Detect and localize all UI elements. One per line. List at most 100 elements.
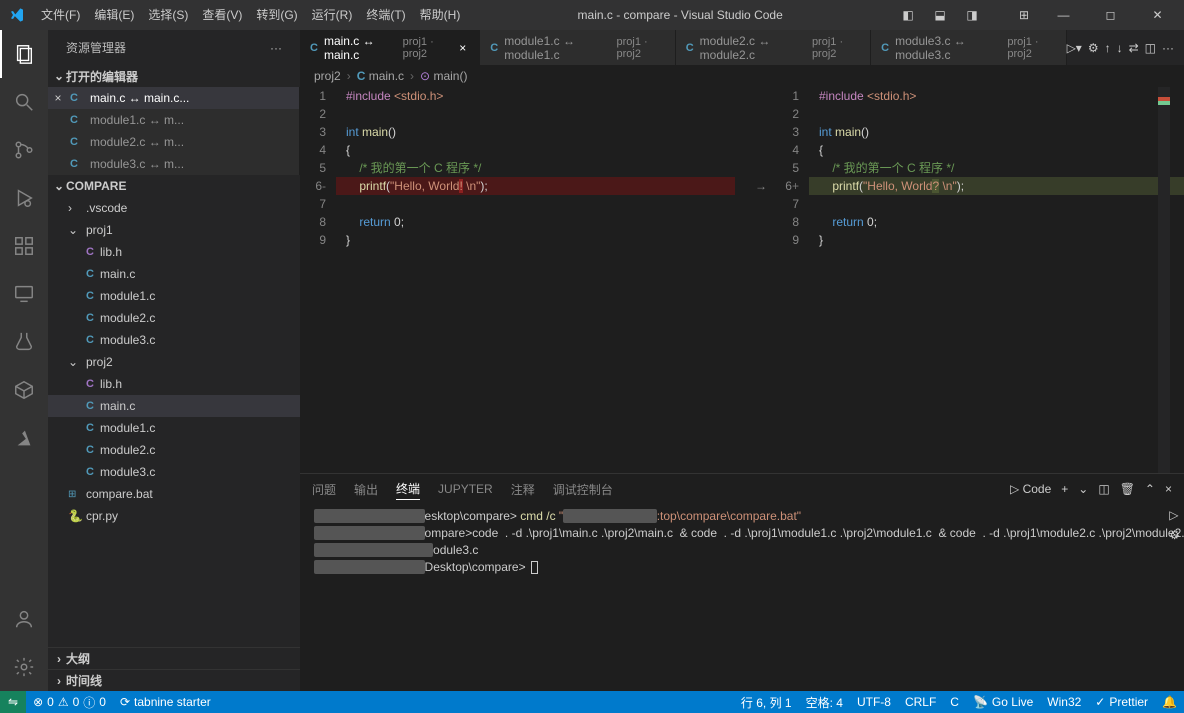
azure-icon[interactable] [0,414,48,462]
menu-item[interactable]: 帮助(H) [413,0,468,30]
menu-item[interactable]: 终端(T) [359,0,412,30]
window-maximize-icon[interactable]: ◻ [1088,0,1133,30]
folder-item[interactable]: ⌄proj2 [48,351,300,373]
file-item[interactable]: Cmodule2.c [48,439,300,461]
panel-tab[interactable]: 调试控制台 [553,479,613,500]
terminal-run-icon[interactable]: ▷ [1169,508,1180,522]
file-item[interactable]: Cmodule3.c [48,461,300,483]
terminal-profile[interactable]: ▷ Code [1010,482,1051,496]
status-language[interactable]: C [943,691,966,713]
compare-root[interactable]: ⌄COMPARE [48,175,300,197]
panel-maximize-icon[interactable]: ⌃ [1145,482,1155,496]
window-close-icon[interactable]: ✕ [1135,0,1180,30]
open-editor-item[interactable]: Cmodule1.c ↔ m... [48,109,300,131]
apply-change-icon[interactable]: → [749,177,773,195]
kill-terminal-icon[interactable]: 🗑 [1120,482,1135,496]
split-terminal-icon[interactable]: ◫ [1098,482,1109,496]
testing-icon[interactable] [0,318,48,366]
diff-sash[interactable] [735,87,749,473]
layout-bottom-icon[interactable]: ⬓ [925,0,955,30]
explorer-icon[interactable] [0,30,48,78]
split-icon[interactable]: ◫ [1145,41,1156,55]
settings-icon[interactable]: ⚙ [1088,41,1099,55]
customize-layout-icon[interactable]: ⊞ [1009,0,1039,30]
timeline-section[interactable]: ›时间线 [48,669,300,691]
terminal-settings-icon[interactable]: ⚙ [1169,528,1180,542]
run-debug-icon[interactable] [0,174,48,222]
editor-tab[interactable]: Cmodule1.c ↔ module1.c proj1 · proj2 [480,30,675,65]
file-item[interactable]: Cmodule2.c [48,307,300,329]
panel-tab[interactable]: 终端 [396,478,420,500]
layout-left-icon[interactable]: ◧ [893,0,923,30]
breadcrumb-item[interactable]: C main.c [357,69,404,83]
menu-item[interactable]: 查看(V) [195,0,249,30]
editor-tab[interactable]: Cmain.c ↔ main.c proj1 · proj2× [300,30,480,65]
outline-section[interactable]: ›大纲 [48,647,300,669]
run-icon[interactable]: ▷▾ [1067,41,1082,55]
package-icon[interactable] [0,366,48,414]
editor-tab[interactable]: Cmodule3.c ↔ module3.c proj1 · proj2 [871,30,1066,65]
folder-item[interactable]: ⌄proj1 [48,219,300,241]
next-diff-icon[interactable]: ↓ [1117,41,1123,55]
open-editor-item[interactable]: Cmodule2.c ↔ m... [48,131,300,153]
close-icon[interactable]: × [50,91,66,105]
menu-item[interactable]: 选择(S) [141,0,195,30]
layout-right-icon[interactable]: ◨ [957,0,987,30]
more-icon[interactable]: ··· [1162,41,1174,55]
open-editor-item[interactable]: Cmodule3.c ↔ m... [48,153,300,175]
status-encoding[interactable]: UTF-8 [850,691,898,713]
swap-icon[interactable]: ⇄ [1129,41,1139,55]
folder-item[interactable]: ›.vscode [48,197,300,219]
menu-item[interactable]: 文件(F) [34,0,87,30]
menu-item[interactable]: 转到(G) [249,0,304,30]
file-item[interactable]: Cmodule1.c [48,285,300,307]
file-item[interactable]: Cmain.c [48,395,300,417]
status-prettier[interactable]: ✓Prettier [1088,691,1155,713]
status-platform[interactable]: Win32 [1040,691,1088,713]
file-item[interactable]: Cmodule1.c [48,417,300,439]
prev-diff-icon[interactable]: ↑ [1105,41,1111,55]
panel-tab[interactable]: 注释 [511,479,535,500]
file-item[interactable]: Cmain.c [48,263,300,285]
menu-item[interactable]: 运行(R) [305,0,360,30]
file-item[interactable]: Cmodule3.c [48,329,300,351]
panel-tab[interactable]: 问题 [312,479,336,500]
editor-tab[interactable]: Cmodule2.c ↔ module2.c proj1 · proj2 [676,30,871,65]
status-golive[interactable]: 📡Go Live [966,691,1040,713]
remote-indicator[interactable]: ⇋ [0,691,26,713]
diff-left-pane[interactable]: 123456-789 #include <stdio.h>int main(){… [300,87,735,473]
menu-item[interactable]: 编辑(E) [87,0,141,30]
terminal[interactable]: ▷ ⚙ █████████████esktop\compare> cmd /c … [300,504,1184,691]
diff-right-pane[interactable]: → 123456+789 #include <stdio.h>int main(… [749,87,1184,473]
breadcrumb-item[interactable]: ⊙ main() [420,69,467,83]
terminal-dropdown-icon[interactable]: ⌄ [1078,482,1088,496]
more-actions-icon[interactable]: ··· [270,41,282,55]
file-item[interactable]: Clib.h [48,373,300,395]
remote-explorer-icon[interactable] [0,270,48,318]
source-control-icon[interactable] [0,126,48,174]
panel-close-icon[interactable]: × [1165,482,1172,496]
status-eol[interactable]: CRLF [898,691,943,713]
open-editor-item[interactable]: ×Cmain.c ↔ main.c... [48,87,300,109]
file-item[interactable]: ⊞compare.bat [48,483,300,505]
file-item[interactable]: 🐍cpr.py [48,505,300,527]
panel-tab[interactable]: 输出 [354,479,378,500]
breadcrumb-item[interactable]: proj2 [314,69,341,83]
accounts-icon[interactable] [0,595,48,643]
extensions-icon[interactable] [0,222,48,270]
status-cursor-position[interactable]: 行 6, 列 1 [734,691,799,713]
panel-tab[interactable]: JUPYTER [438,480,493,498]
close-icon[interactable]: × [456,41,469,55]
overview-ruler[interactable] [1158,87,1170,473]
status-notifications-icon[interactable]: 🔔 [1155,691,1184,713]
settings-gear-icon[interactable] [0,643,48,691]
status-indent[interactable]: 空格: 4 [799,691,850,713]
file-item[interactable]: Clib.h [48,241,300,263]
status-tabnine[interactable]: ⟳tabnine starter [113,691,218,713]
open-editors-section[interactable]: ⌄打开的编辑器 [48,65,300,87]
status-problems[interactable]: ⊗0⚠0ⓘ0 [26,691,113,713]
window-minimize-icon[interactable]: — [1041,0,1086,30]
search-icon[interactable] [0,78,48,126]
new-terminal-icon[interactable]: + [1061,482,1068,496]
breadcrumb[interactable]: proj2›C main.c›⊙ main() [300,65,1184,87]
